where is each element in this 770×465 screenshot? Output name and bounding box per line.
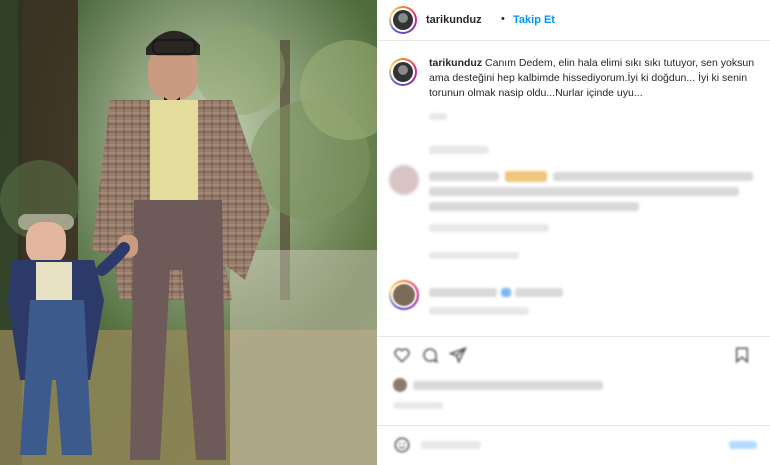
blurred-post-button[interactable] <box>729 441 757 449</box>
blurred-post-date <box>393 402 443 409</box>
caption-username[interactable]: tarikunduz <box>429 57 482 69</box>
blurred-comment-meta-2 <box>429 307 529 315</box>
bookmark-icon[interactable] <box>733 346 751 364</box>
photo-grandfather-and-grandson <box>0 0 377 465</box>
caption-time-blurred <box>429 113 447 120</box>
blurred-comment-line-3 <box>429 202 639 211</box>
blurred-comment-meta-1 <box>429 224 549 232</box>
blurred-comment-input[interactable] <box>421 441 481 449</box>
commenter-avatar-2[interactable] <box>389 280 419 310</box>
blurred-verified-badge <box>501 288 511 297</box>
instagram-post: tarikunduz • Takip Et tarikunduz Canım D… <box>0 0 770 465</box>
blurred-comment-line-1 <box>553 172 753 181</box>
header-divider <box>377 40 770 41</box>
author-username[interactable]: tarikunduz <box>426 14 482 26</box>
blurred-likes-line <box>413 381 603 390</box>
comment-box-divider <box>377 425 770 426</box>
post-caption: tarikunduz Canım Dedem, elin hala elimi … <box>429 56 759 101</box>
blurred-commenter-name-2 <box>429 288 497 297</box>
author-avatar[interactable] <box>389 6 417 34</box>
blurred-comment-text-2 <box>515 288 563 297</box>
liker-avatar[interactable] <box>393 378 407 392</box>
blurred-commenter-name-1 <box>429 172 499 181</box>
post-sidebar: tarikunduz • Takip Et tarikunduz Canım D… <box>377 0 770 465</box>
separator-dot: • <box>501 13 505 25</box>
actions-divider <box>377 336 770 337</box>
heart-icon[interactable] <box>393 346 411 364</box>
follow-button[interactable]: Takip Et <box>513 14 555 26</box>
comment-icon[interactable] <box>421 346 439 364</box>
post-header: tarikunduz • Takip Et <box>377 0 770 40</box>
blurred-comment-line-2 <box>429 187 739 196</box>
emoji-icon[interactable] <box>393 436 411 454</box>
blurred-time-label <box>429 146 489 154</box>
share-icon[interactable] <box>449 346 467 364</box>
commenter-avatar-1[interactable] <box>389 165 419 195</box>
post-photo <box>0 0 377 465</box>
blurred-emoji-row <box>505 171 547 182</box>
blurred-view-replies[interactable] <box>429 252 519 259</box>
caption-avatar[interactable] <box>389 58 417 86</box>
